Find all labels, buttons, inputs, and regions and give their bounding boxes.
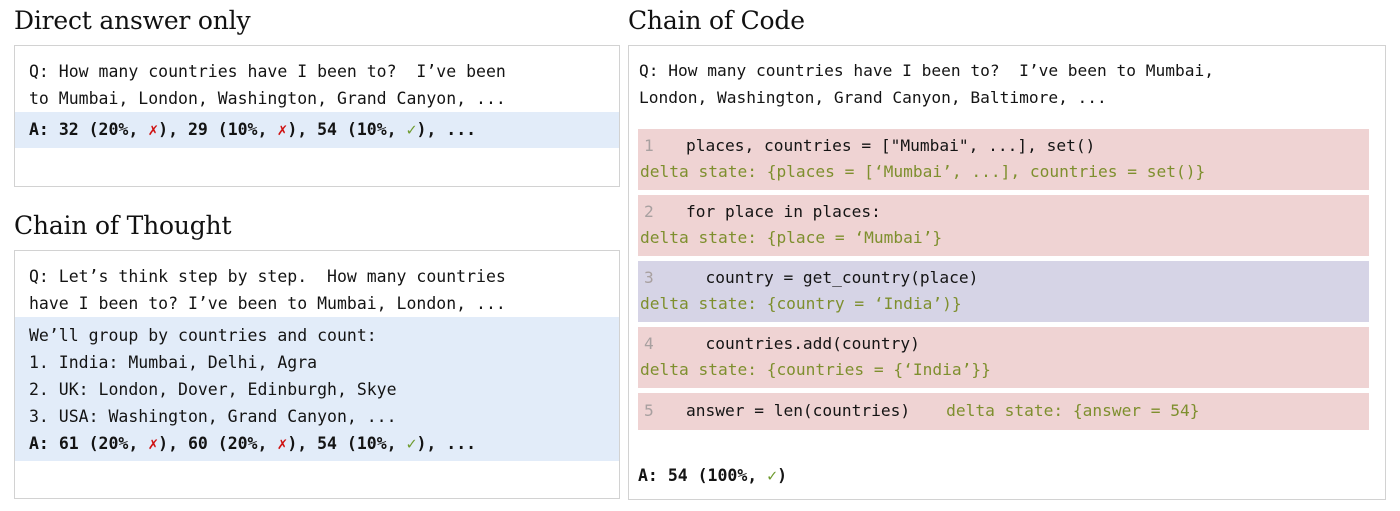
- chain-of-code-final-answer: A: 54 (100%, ✓): [638, 466, 787, 485]
- line-number: 2: [644, 202, 654, 221]
- delta-state-line: delta state: {countries = {‘India’}}: [640, 360, 991, 379]
- heading-direct-answer-only: Direct answer only: [14, 6, 251, 35]
- code-text: countries.add(country): [656, 334, 920, 353]
- code-trace-rows: 1 places, countries = ["Mumbai", ...], s…: [638, 129, 1369, 435]
- answer-part-3: ), 54 (10%,: [287, 434, 407, 453]
- code-line: 3 country = get_country(place): [638, 265, 1369, 291]
- answer-part-4: ), ...: [416, 120, 477, 139]
- answer-label: A:: [29, 434, 59, 453]
- code-line-with-inline-delta: 5 answer = len(countries) delta state: {…: [638, 398, 1369, 424]
- check-icon: ✓: [767, 466, 778, 485]
- answer-line: A: 61 (20%, ✗), 60 (20%, ✗), 54 (10%, ✓)…: [29, 430, 619, 457]
- chain-of-thought-question: Q: Let’s think step by step. How many co…: [15, 251, 619, 317]
- code-row: 3 country = get_country(place) delta sta…: [638, 261, 1369, 322]
- delta-state-line: delta state: {answer = 54}: [946, 401, 1200, 420]
- answer-value: 54 (100%,: [667, 466, 768, 485]
- reasoning-line: 3. USA: Washington, Grand Canyon, ...: [29, 407, 397, 426]
- cross-icon: ✗: [148, 120, 159, 139]
- question-line-1: Q: Let’s think step by step. How many co…: [29, 267, 506, 286]
- answer-part-2: ), 29 (10%,: [158, 120, 278, 139]
- line-number: 5: [644, 401, 654, 420]
- reasoning-line: We’ll group by countries and count:: [29, 326, 377, 345]
- answer-part-4: ), ...: [416, 434, 477, 453]
- answer-part-2: ), 60 (20%,: [158, 434, 278, 453]
- chain-of-thought-reasoning-band: We’ll group by countries and count: 1. I…: [15, 317, 619, 461]
- delta-state-line: delta state: {places = [‘Mumbai’, ...], …: [640, 162, 1206, 181]
- line-number: 4: [644, 334, 654, 353]
- line-number: 1: [644, 136, 654, 155]
- check-icon: ✓: [406, 120, 417, 139]
- answer-label: A:: [638, 466, 668, 485]
- panel-chain-of-thought: Q: Let’s think step by step. How many co…: [14, 250, 620, 499]
- reasoning-line: 2. UK: London, Dover, Edinburgh, Skye: [29, 380, 397, 399]
- delta-state-line: delta state: {place = ‘Mumbai’}: [640, 228, 943, 247]
- question-line-2: London, Washington, Grand Canyon, Baltim…: [639, 88, 1107, 107]
- heading-chain-of-code: Chain of Code: [628, 6, 805, 35]
- code-text: country = get_country(place): [656, 268, 979, 287]
- question-line-1: Q: How many countries have I been to? I’…: [29, 62, 506, 81]
- panel-chain-of-code: Q: How many countries have I been to? I’…: [628, 45, 1386, 500]
- code-line: 4 countries.add(country): [638, 331, 1369, 357]
- code-text: places, countries = ["Mumbai", ...], set…: [656, 136, 1096, 155]
- reasoning-line: 1. India: Mumbai, Delhi, Agra: [29, 353, 318, 372]
- answer-part-3: ), 54 (10%,: [287, 120, 407, 139]
- code-row: 5 answer = len(countries) delta state: {…: [638, 393, 1369, 430]
- code-row: 4 countries.add(country) delta state: {c…: [638, 327, 1369, 388]
- question-line-2: to Mumbai, London, Washington, Grand Can…: [29, 89, 506, 108]
- check-icon: ✓: [406, 434, 417, 453]
- chain-of-code-question: Q: How many countries have I been to? I’…: [629, 46, 1385, 111]
- code-text: answer = len(countries): [656, 401, 911, 420]
- code-line: 5 answer = len(countries): [638, 398, 910, 424]
- answer-label: A:: [29, 120, 59, 139]
- cross-icon: ✗: [277, 120, 288, 139]
- answer-part-1: 61 (20%,: [58, 434, 149, 453]
- cross-icon: ✗: [148, 434, 159, 453]
- code-text: for place in places:: [656, 202, 881, 221]
- line-number: 3: [644, 268, 654, 287]
- delta-state-line: delta state: {country = ‘India’)}: [640, 294, 962, 313]
- code-row: 2 for place in places: delta state: {pla…: [638, 195, 1369, 256]
- cross-icon: ✗: [277, 434, 288, 453]
- answer-line: A: 32 (20%, ✗), 29 (10%, ✗), 54 (10%, ✓)…: [29, 116, 619, 143]
- figure-root: Direct answer only Q: How many countries…: [0, 0, 1400, 511]
- heading-chain-of-thought: Chain of Thought: [14, 211, 232, 240]
- direct-answer-answer-band: A: 32 (20%, ✗), 29 (10%, ✗), 54 (10%, ✓)…: [15, 112, 619, 148]
- answer-part-1: 32 (20%,: [58, 120, 149, 139]
- code-line: 1 places, countries = ["Mumbai", ...], s…: [638, 133, 1369, 159]
- direct-answer-question: Q: How many countries have I been to? I’…: [15, 46, 619, 112]
- question-line-1: Q: How many countries have I been to? I’…: [639, 61, 1214, 80]
- panel-direct-answer: Q: How many countries have I been to? I’…: [14, 45, 620, 187]
- code-row: 1 places, countries = ["Mumbai", ...], s…: [638, 129, 1369, 190]
- code-line: 2 for place in places:: [638, 199, 1369, 225]
- question-line-2: have I been to? I’ve been to Mumbai, Lon…: [29, 294, 506, 313]
- answer-tail: ): [777, 466, 788, 485]
